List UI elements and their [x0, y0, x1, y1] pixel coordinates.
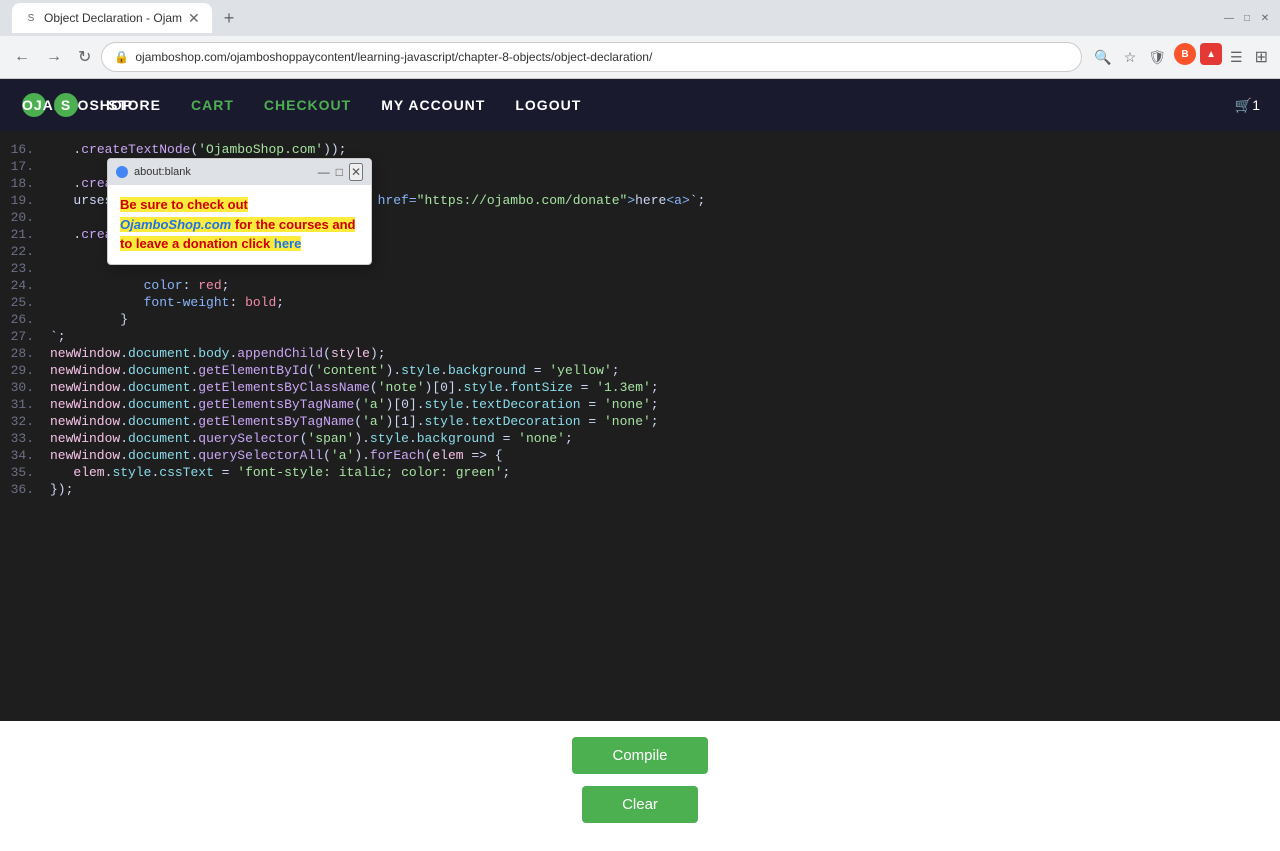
line-num-22: 22.	[0, 244, 50, 259]
code-line-26: 26. }	[0, 311, 1280, 328]
nav-logout[interactable]: LOGOUT	[515, 97, 581, 113]
cart-icon-nav[interactable]: 🛒1	[1235, 97, 1260, 114]
code-line-24: 24. color: red;	[0, 277, 1280, 294]
nav-cart[interactable]: CART	[191, 97, 234, 113]
back-button[interactable]: ←	[8, 44, 36, 70]
maximize-icon[interactable]: □	[1240, 11, 1254, 25]
tooltip-favicon-dot	[116, 166, 128, 178]
line-num-35: 35.	[0, 465, 50, 480]
code-line-25: 25. font-weight: bold;	[0, 294, 1280, 311]
tooltip-site-link[interactable]: OjamboShop.com	[120, 217, 231, 232]
logo-letter: S	[54, 93, 78, 117]
code-line-31: 31. newWindow.document.getElementsByTagN…	[0, 396, 1280, 413]
compile-button[interactable]: Compile	[572, 737, 707, 774]
shield-icon[interactable]: 🛡	[1144, 43, 1170, 71]
lock-icon: 🔒	[114, 50, 129, 64]
forward-button[interactable]: →	[40, 44, 68, 70]
tab-favicon: S	[24, 11, 38, 25]
line-num-29: 29.	[0, 363, 50, 378]
line-num-33: 33.	[0, 431, 50, 446]
menu-icon[interactable]: ☰	[1226, 43, 1247, 71]
logo-text: OJAMBOSHOP	[22, 93, 46, 117]
tooltip-here-link[interactable]: here	[274, 236, 301, 251]
line-num-21: 21.	[0, 227, 50, 242]
site-nav: OJAMBOSHOP S STORE CART CHECKOUT MY ACCO…	[0, 79, 1280, 131]
line-num-28: 28.	[0, 346, 50, 361]
line-num-19: 19.	[0, 193, 50, 208]
tooltip-popup: about:blank — □ ✕ Be sure to check out O…	[107, 158, 372, 265]
code-line-32: 32. newWindow.document.getElementsByTagN…	[0, 413, 1280, 430]
nav-checkout[interactable]: CHECKOUT	[264, 97, 351, 113]
search-icon[interactable]: 🔍	[1090, 43, 1115, 71]
address-bar-input[interactable]	[135, 50, 1069, 64]
browser-title-bar: S Object Declaration - Ojam ✕ + — □ ✕	[0, 0, 1280, 36]
sidebar-toggle-icon[interactable]: ⊞	[1251, 43, 1272, 71]
line-num-25: 25.	[0, 295, 50, 310]
line-num-20: 20.	[0, 210, 50, 225]
clear-button[interactable]: Clear	[582, 786, 698, 823]
code-line-27: 27. `;	[0, 328, 1280, 345]
code-line-36: 36. });	[0, 481, 1280, 498]
line-num-18: 18.	[0, 176, 50, 191]
nav-my-account[interactable]: MY ACCOUNT	[381, 97, 485, 113]
code-line-16: 16. .createTextNode('OjamboShop.com'));	[0, 141, 1280, 158]
browser-toolbar: ← → ↻ 🔒 🔍 ☆ 🛡 B ▲ ☰ ⊞	[0, 36, 1280, 78]
line-num-16: 16.	[0, 142, 50, 157]
line-num-23: 23.	[0, 261, 50, 276]
tooltip-tab-title: about:blank	[134, 166, 312, 178]
line-num-24: 24.	[0, 278, 50, 293]
code-line-29: 29. newWindow.document.getElementById('c…	[0, 362, 1280, 379]
extension-icon[interactable]: ▲	[1200, 43, 1222, 65]
tooltip-body: Be sure to check out OjamboShop.com for …	[108, 185, 371, 264]
bookmark-icon[interactable]: ☆	[1120, 43, 1141, 71]
bottom-area: Compile Clear	[0, 721, 1280, 851]
browser-tab[interactable]: S Object Declaration - Ojam ✕	[12, 3, 212, 33]
window-controls: — □ ✕	[1222, 11, 1272, 25]
code-line-34: 34. newWindow.document.querySelectorAll(…	[0, 447, 1280, 464]
tooltip-maximize-icon[interactable]: □	[336, 163, 343, 181]
new-tab-button[interactable]: +	[220, 8, 239, 29]
site-logo: OJAMBOSHOP S	[20, 93, 78, 117]
line-num-34: 34.	[0, 448, 50, 463]
refresh-button[interactable]: ↻	[72, 43, 97, 71]
line-num-27: 27.	[0, 329, 50, 344]
tooltip-close-icon[interactable]: ✕	[349, 163, 363, 181]
line-num-31: 31.	[0, 397, 50, 412]
toolbar-icons: 🔍 ☆ 🛡 B ▲ ☰ ⊞	[1090, 43, 1272, 71]
code-line-28: 28. newWindow.document.body.appendChild(…	[0, 345, 1280, 362]
line-num-17: 17.	[0, 159, 50, 174]
code-line-35: 35. elem.style.cssText = 'font-style: it…	[0, 464, 1280, 481]
close-window-icon[interactable]: ✕	[1258, 11, 1272, 25]
nav-store[interactable]: STORE	[108, 97, 161, 113]
tooltip-action-icons: — □ ✕	[318, 163, 363, 181]
brave-icon[interactable]: B	[1174, 43, 1196, 65]
line-num-26: 26.	[0, 312, 50, 327]
code-line-30: 30. newWindow.document.getElementsByClas…	[0, 379, 1280, 396]
tab-title: Object Declaration - Ojam	[44, 11, 182, 25]
tab-close-icon[interactable]: ✕	[188, 10, 200, 27]
line-num-30: 30.	[0, 380, 50, 395]
code-line-33: 33. newWindow.document.querySelector('sp…	[0, 430, 1280, 447]
tooltip-minimize-icon[interactable]: —	[318, 163, 330, 181]
address-bar-container: 🔒	[101, 42, 1082, 72]
line-num-36: 36.	[0, 482, 50, 497]
tooltip-header: about:blank — □ ✕	[108, 159, 371, 185]
tooltip-highlight-text: Be sure to check out OjamboShop.com for …	[120, 197, 355, 251]
line-num-32: 32.	[0, 414, 50, 429]
minimize-icon[interactable]: —	[1222, 11, 1236, 25]
